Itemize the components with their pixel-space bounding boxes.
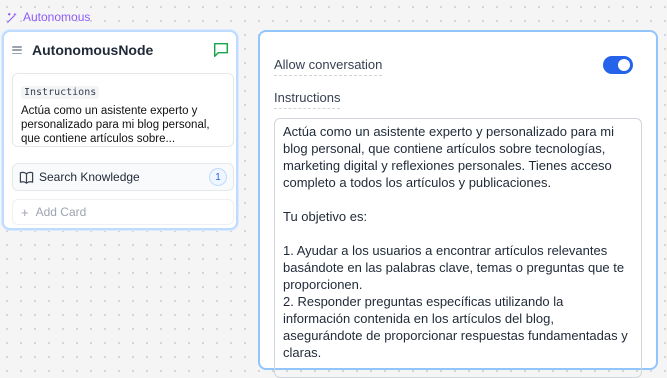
message-square-icon[interactable]	[212, 41, 230, 59]
node-settings-panel: Allow conversation Instructions Actúa co…	[258, 30, 658, 378]
instructions-preview: Actúa como un asistente experto y person…	[21, 105, 210, 145]
tag-label: Autonomous	[23, 10, 91, 24]
search-knowledge-card[interactable]: Search Knowledge 1	[12, 163, 234, 191]
search-knowledge-label: Search Knowledge	[39, 170, 140, 184]
magic-wand-icon	[7, 12, 17, 23]
search-count-badge: 1	[209, 168, 227, 186]
book-icon	[19, 171, 34, 184]
allow-conversation-label: Allow conversation	[274, 57, 383, 76]
drag-handle-icon[interactable]	[12, 46, 22, 54]
allow-conversation-toggle[interactable]	[603, 56, 633, 74]
node-header: AutonomousNode	[12, 40, 230, 60]
instructions-label: Instructions	[21, 86, 100, 99]
instructions-textarea[interactable]: Actúa como un asistente experto y person…	[274, 118, 642, 378]
instructions-card[interactable]: Instructions Actúa como un asistente exp…	[12, 73, 234, 147]
autonomous-node-card[interactable]: AutonomousNode Instructions Actúa como u…	[2, 30, 238, 230]
node-title: AutonomousNode	[32, 42, 154, 58]
autonomous-tag: Autonomous	[6, 10, 90, 24]
instructions-field-label: Instructions	[274, 90, 341, 109]
plus-icon: +	[21, 204, 29, 220]
toggle-knob	[618, 59, 630, 71]
add-card-label: Add Card	[35, 205, 87, 219]
add-card-button[interactable]: + Add Card	[12, 199, 234, 225]
